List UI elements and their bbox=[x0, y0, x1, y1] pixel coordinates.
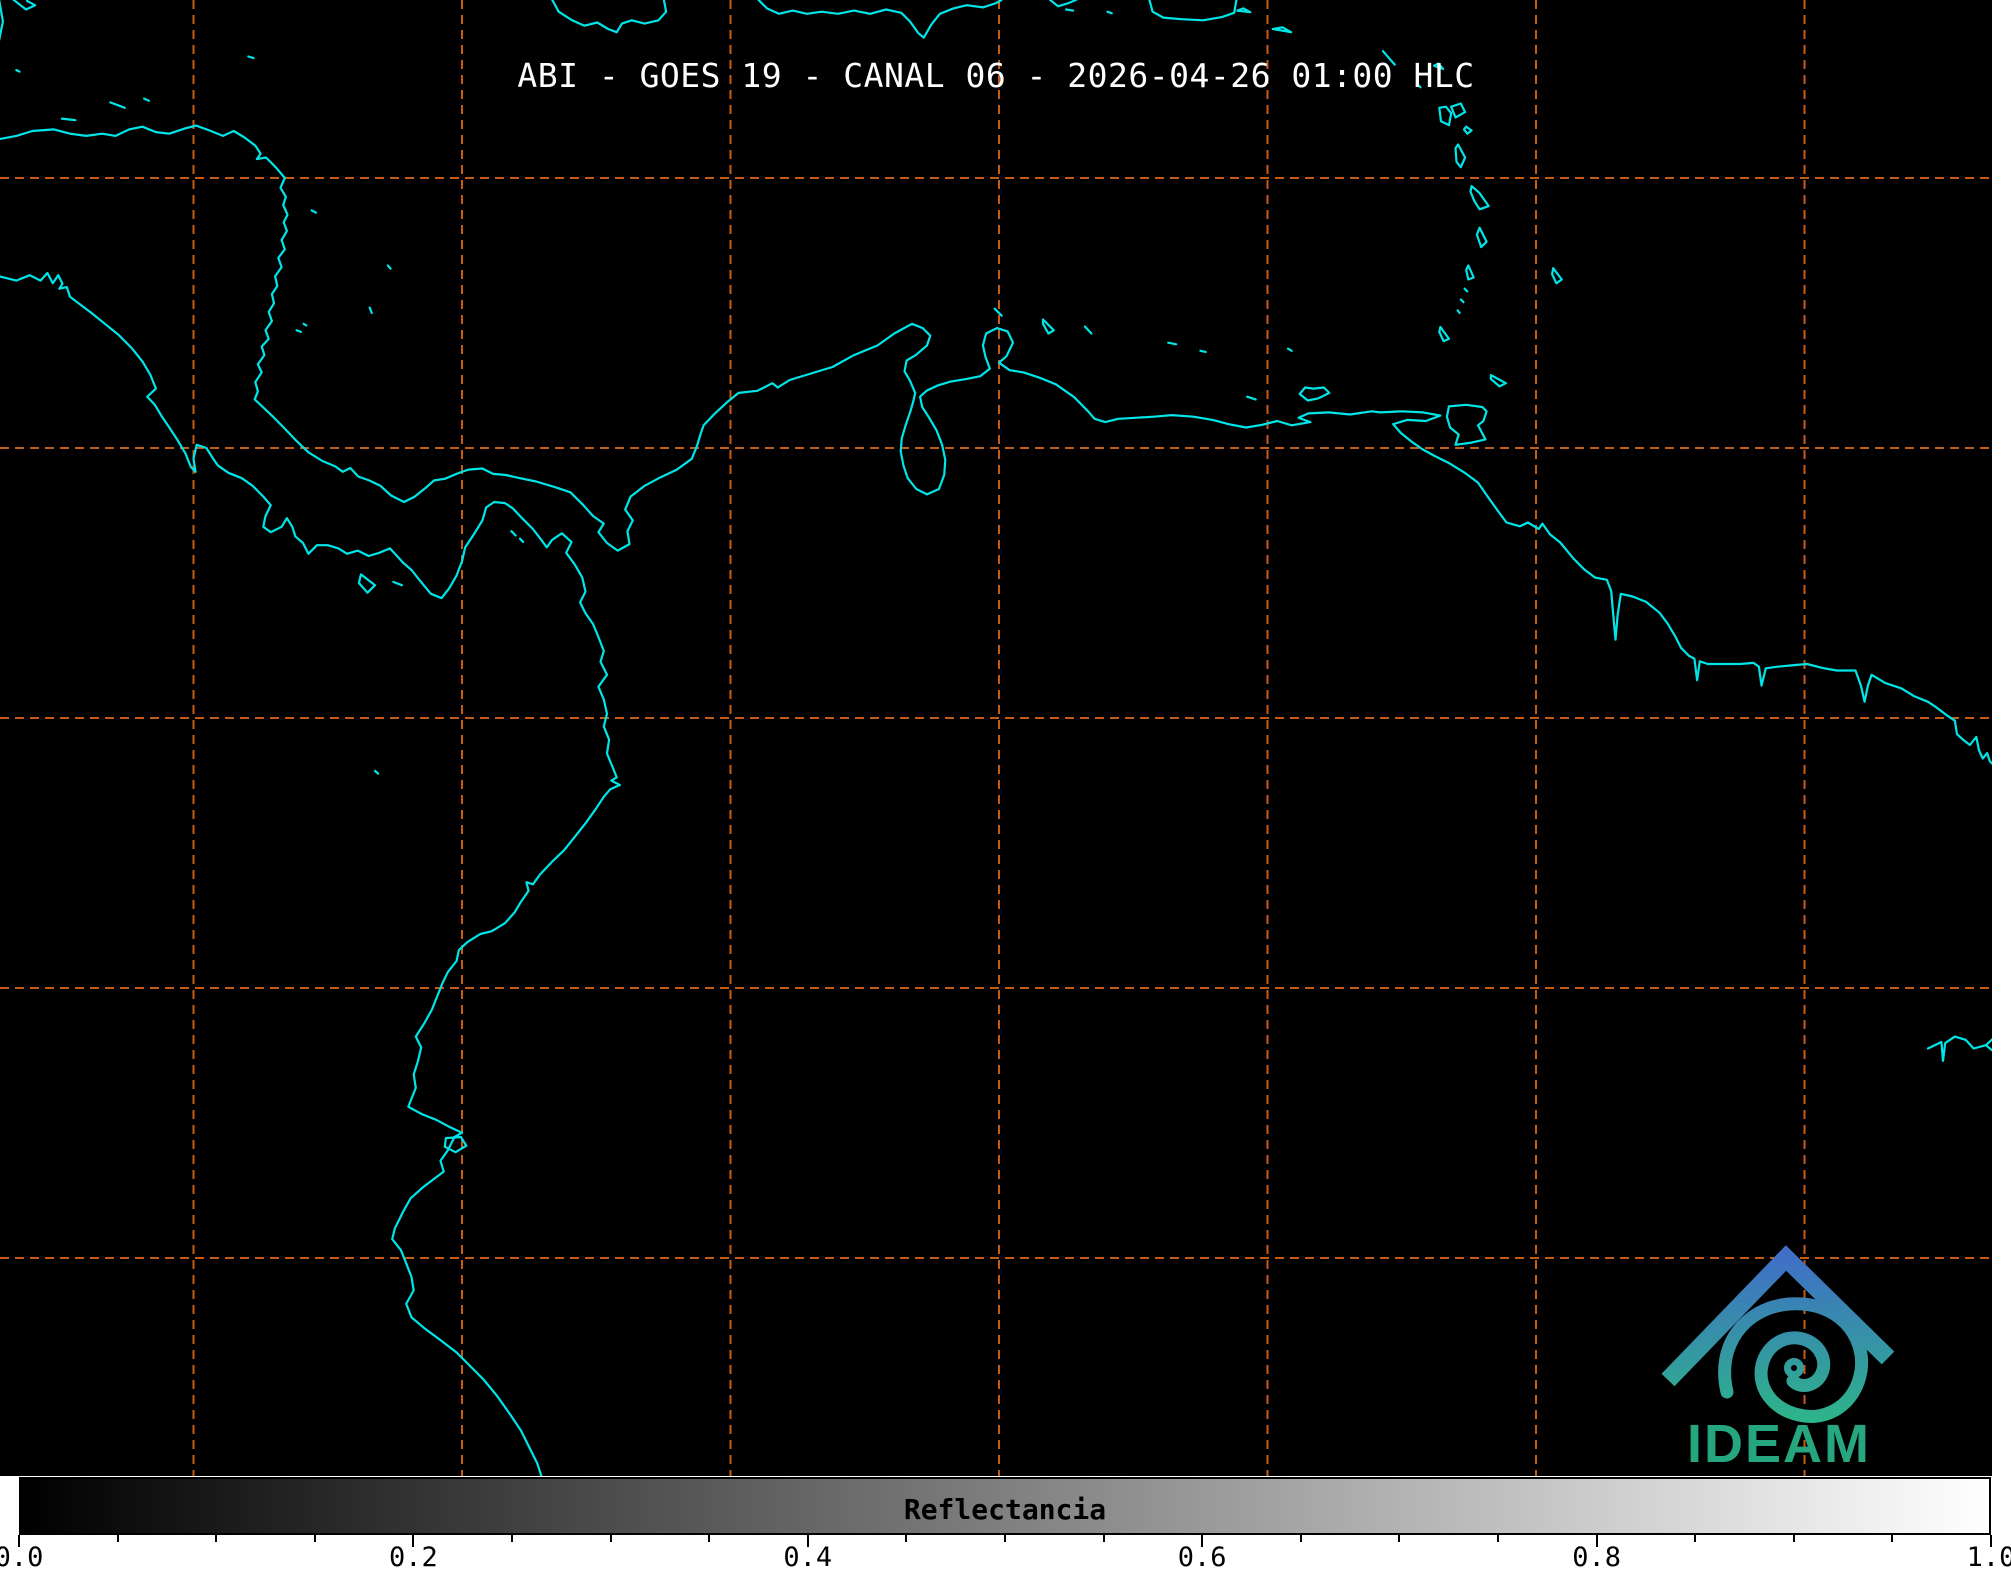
coastline-grenadines-2 bbox=[1459, 298, 1465, 304]
coastline-belize-curl bbox=[12, 0, 37, 11]
colorbar-tick bbox=[116, 1535, 119, 1542]
coastline-puerto-rico-south bbox=[1148, 0, 1238, 22]
coastline-malpelo bbox=[373, 769, 380, 775]
colorbar-tick bbox=[1102, 1535, 1105, 1542]
coastline-vieques bbox=[1236, 7, 1252, 14]
coastline-caribbean-mainland-coast bbox=[0, 124, 1992, 766]
colorbar-tick-label: 0.4 bbox=[783, 1542, 833, 1573]
coastline-corn-island-2 bbox=[302, 322, 308, 327]
coastline-marie-galante bbox=[1462, 125, 1473, 135]
coastline-aruba bbox=[993, 307, 1003, 317]
coastline-amazon-mouth-north bbox=[1926, 1035, 1992, 1063]
colorbar-tick-label: 0.0 bbox=[0, 1542, 44, 1573]
coastline-coiba bbox=[357, 573, 377, 594]
coastline-st-lucia bbox=[1475, 226, 1488, 249]
coastline-grenada bbox=[1438, 325, 1451, 343]
coastline-guanaja bbox=[143, 97, 150, 102]
ideam-wordmark: IDEAM bbox=[1687, 1414, 1871, 1474]
colorbar-tick bbox=[313, 1535, 316, 1542]
coastline-mona bbox=[1106, 10, 1113, 15]
coastline-amazon-mouth-south bbox=[1984, 1044, 1992, 1052]
coastline-st-vincent bbox=[1465, 264, 1475, 281]
mountain-roof-icon bbox=[1661, 1245, 1895, 1387]
colorbar-tick bbox=[1792, 1535, 1795, 1542]
colorbar-tick-label: 0.6 bbox=[1177, 1542, 1227, 1573]
coastline-hispaniola-south bbox=[757, 0, 1003, 39]
coastline-miskito-cays bbox=[310, 209, 317, 214]
coastline-la-tortuga bbox=[1245, 395, 1257, 401]
colorbar-tick bbox=[511, 1535, 513, 1542]
ideam-logo: IDEAM bbox=[1661, 1245, 1895, 1474]
coastline-utila bbox=[60, 117, 77, 122]
image-title: ABI - GOES 19 - CANAL 06 - 2026-04-26 01… bbox=[517, 56, 1475, 95]
colorbar-tick bbox=[1497, 1535, 1499, 1542]
coastline-martinique bbox=[1469, 185, 1490, 211]
coastline-saona bbox=[1064, 8, 1075, 12]
coastline-los-roques bbox=[1167, 341, 1178, 346]
colorbar-tick bbox=[1694, 1535, 1697, 1542]
coastline-bonaire bbox=[1083, 325, 1093, 335]
colorbar-tick-label: 0.8 bbox=[1572, 1542, 1621, 1573]
coastline-belize-coast-fragment bbox=[0, 0, 5, 41]
coastline-trinidad bbox=[1445, 403, 1488, 446]
coastline-la-orchila bbox=[1199, 349, 1207, 353]
coastline-grenadines-3 bbox=[1456, 309, 1461, 315]
colorbar-tick bbox=[1398, 1535, 1401, 1542]
coastline-guadeloupe-west bbox=[1438, 105, 1453, 127]
coastline-hispaniola-east bbox=[1048, 0, 1078, 8]
coastline-margarita bbox=[1298, 386, 1331, 402]
coastline-tobago bbox=[1489, 374, 1508, 388]
satellite-image-figure: IDEAM ABI - GOES 19 - CANAL 06 - 2026-04… bbox=[0, 0, 2011, 1577]
colorbar-tick bbox=[1004, 1535, 1006, 1542]
coastline-grenadines-1 bbox=[1463, 287, 1469, 293]
colorbar-tick bbox=[1299, 1535, 1302, 1542]
satellite-map-canvas: IDEAM ABI - GOES 19 - CANAL 06 - 2026-04… bbox=[0, 0, 1992, 1476]
colorbar-tick bbox=[1891, 1535, 1894, 1542]
colorbar-row: Reflectancia 0.0 0.2 0.4 0.6 0.8 1.0 bbox=[0, 1476, 2011, 1577]
spiral-eye-icon bbox=[1784, 1358, 1804, 1378]
coastline-barbados bbox=[1550, 267, 1563, 285]
coastline-st-croix bbox=[1271, 26, 1293, 34]
coastline-corn-island-1 bbox=[295, 329, 302, 333]
colorbar-tick bbox=[609, 1535, 612, 1542]
coastline-pearl-islands-2 bbox=[518, 537, 525, 544]
coastline-cebaco bbox=[392, 580, 403, 587]
colorbar-tick bbox=[905, 1535, 908, 1542]
map-svg: IDEAM bbox=[0, 0, 1992, 1476]
coastline-san-andres bbox=[368, 306, 373, 315]
coastline-guadeloupe-east bbox=[1450, 102, 1467, 119]
reflectance-colorbar: Reflectancia bbox=[19, 1477, 1991, 1535]
coastline-curacao bbox=[1041, 318, 1055, 335]
coastline-providencia bbox=[386, 264, 392, 270]
coastlines-layer bbox=[0, 0, 1992, 1476]
colorbar-label: Reflectancia bbox=[903, 1493, 1107, 1526]
coastline-pearl-islands-1 bbox=[510, 530, 517, 537]
coastline-jamaica bbox=[551, 0, 668, 34]
coastline-roatan bbox=[109, 101, 126, 109]
coastline-la-blanquilla bbox=[1286, 347, 1293, 352]
colorbar-tick-label: 1.0 bbox=[1966, 1542, 2011, 1573]
coastline-dominica bbox=[1454, 143, 1467, 169]
colorbar-tick bbox=[708, 1535, 711, 1542]
colorbar-tick-label: 0.2 bbox=[389, 1542, 438, 1573]
colorbar-tick bbox=[215, 1535, 218, 1542]
lat-lon-graticule bbox=[0, 0, 1992, 1476]
